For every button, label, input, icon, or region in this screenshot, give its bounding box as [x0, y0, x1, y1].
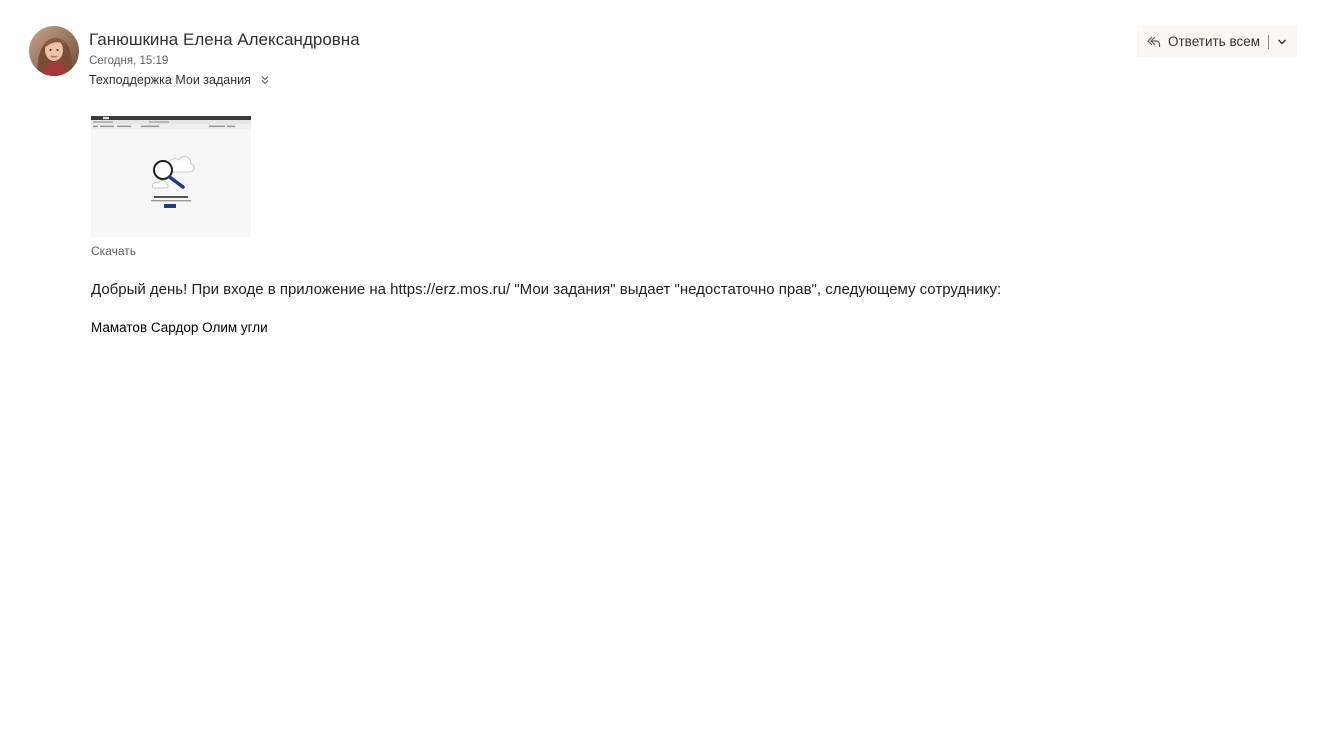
reply-all-label: Ответить всем: [1168, 34, 1261, 49]
double-chevron-down-icon[interactable]: [259, 74, 271, 86]
chevron-down-icon[interactable]: [1269, 26, 1295, 57]
attachment-thumbnail[interactable]: [91, 116, 251, 237]
reply-all-button[interactable]: Ответить всем: [1137, 26, 1260, 57]
message-body-text: Добрый день! При входе в приложение на h…: [91, 281, 1002, 298]
sent-time: Сегодня, 15:19: [89, 55, 169, 67]
sender-avatar[interactable]: [29, 26, 79, 76]
recipient-label[interactable]: Техподдержка Мои задания: [89, 73, 251, 87]
download-link[interactable]: Скачать: [91, 244, 136, 258]
message-reading-pane: Ганюшкина Елена Александровна Сегодня, 1…: [0, 0, 1329, 744]
recipients-line: Техподдержка Мои задания: [89, 73, 271, 87]
reply-all-icon: [1146, 34, 1162, 50]
message-body-employee: Маматов Сардор Олим угли: [91, 320, 268, 335]
sender-name[interactable]: Ганюшкина Елена Александровна: [89, 30, 360, 50]
reply-all-button-group: Ответить всем: [1137, 26, 1297, 57]
